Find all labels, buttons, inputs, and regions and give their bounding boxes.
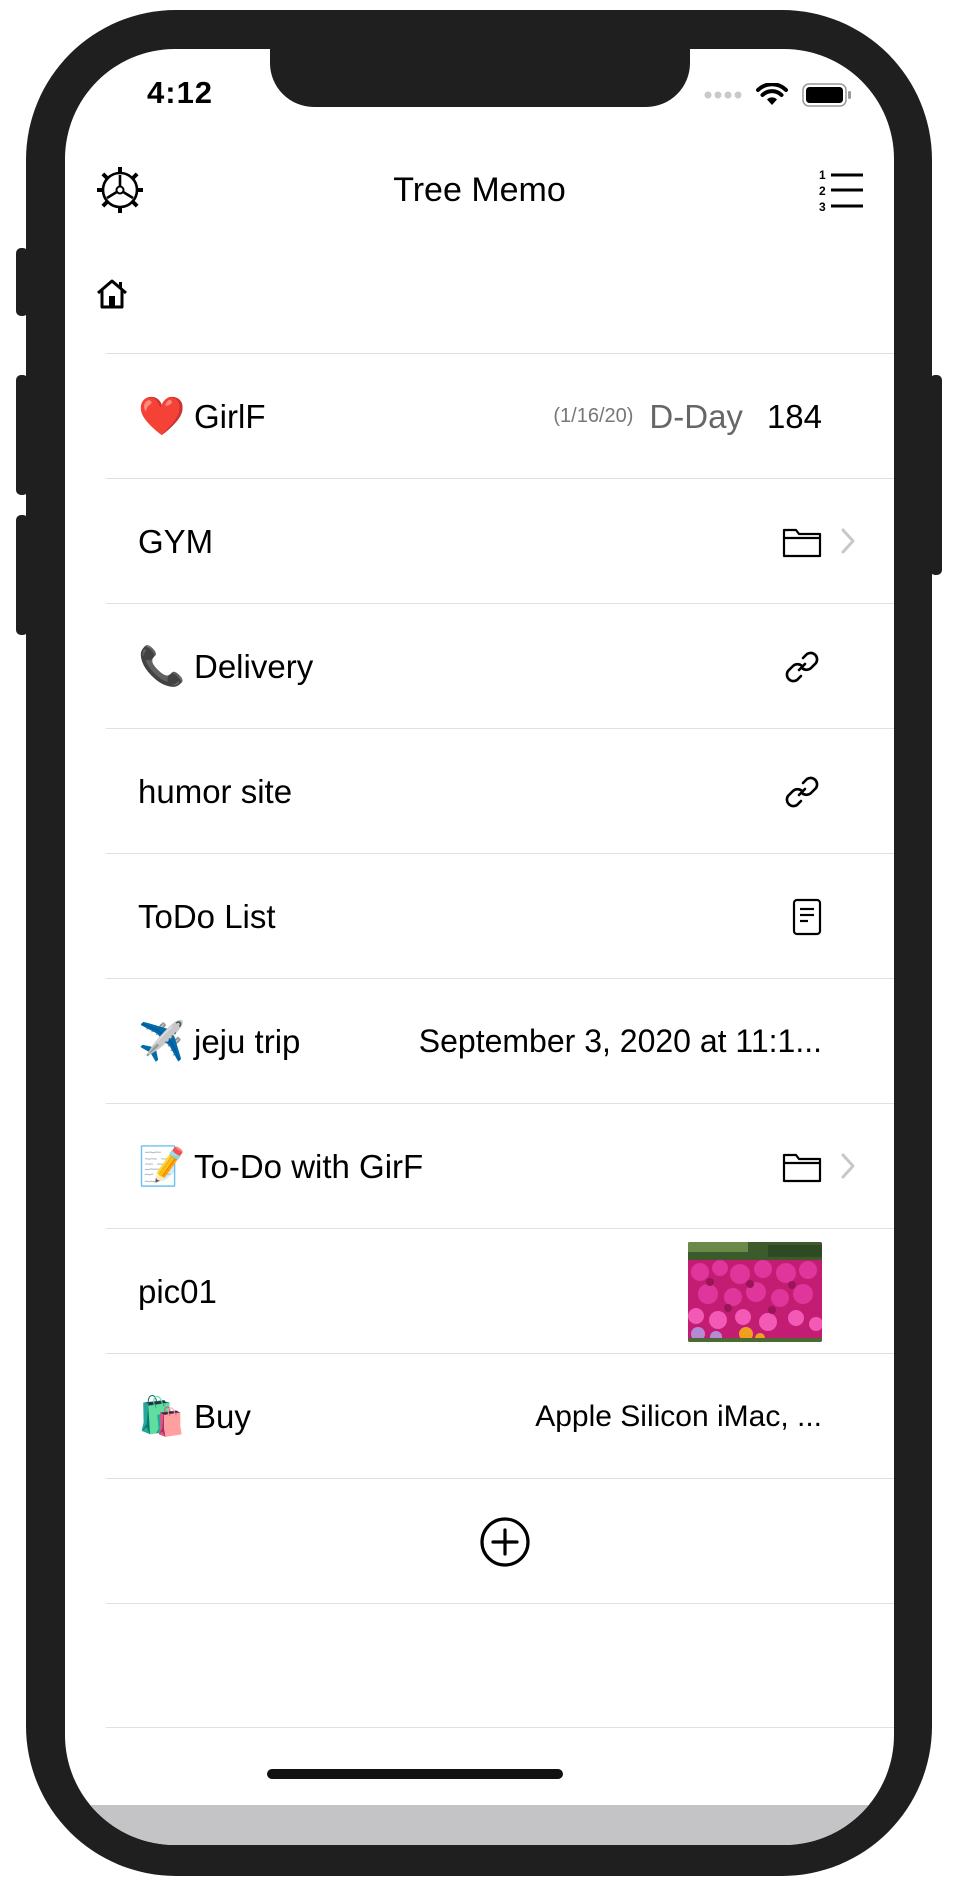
navigation-bar: Tree Memo 1 2 3 [65, 144, 894, 236]
memo-row-jeju-trip[interactable]: ✈️ jeju trip September 3, 2020 at 11:1..… [106, 978, 894, 1103]
row-accessory [688, 1229, 822, 1354]
dday-date: (1/16/20) [553, 405, 634, 427]
svg-text:3: 3 [819, 200, 826, 212]
memo-row-todo-with-girf[interactable]: 📝 To-Do with GirF [106, 1103, 894, 1228]
dday-count: 184 [766, 397, 822, 435]
memo-row-buy[interactable]: 🛍️ Buy Apple Silicon iMac, ... [106, 1353, 894, 1478]
row-detail-text: Apple Silicon iMac, ... [535, 1399, 822, 1433]
document-icon [792, 898, 822, 935]
row-title: GYM [138, 522, 214, 560]
row-accessory [792, 854, 822, 979]
dday-info: (1/16/20) D-Day 184 [553, 354, 822, 479]
row-title-group: ✈️ jeju trip [138, 979, 300, 1104]
page-title: Tree Memo [393, 171, 566, 209]
row-title: pic01 [138, 1272, 217, 1310]
add-memo-row [106, 1478, 894, 1603]
memo-row-girlf[interactable]: ❤️ GirlF (1/16/20) D-Day 184 [106, 353, 894, 478]
row-title: ToDo List [138, 897, 276, 935]
row-title-group: GYM [138, 479, 213, 604]
memo-list: ❤️ GirlF (1/16/20) D-Day 184 GYM 📞 Deliv… [106, 353, 894, 1728]
row-accessory: September 3, 2020 at 11:1... [419, 979, 822, 1104]
folder-icon [782, 528, 822, 557]
row-title-group: pic01 [138, 1229, 217, 1354]
chevron-right-icon [841, 1153, 855, 1179]
row-title-group: 📞 Delivery [138, 604, 313, 729]
shopping-bags-emoji-icon: 🛍️ [138, 1395, 186, 1438]
battery-icon [802, 83, 851, 107]
memo-row-todo-list[interactable]: ToDo List [106, 853, 894, 978]
chevron-right-icon [841, 528, 855, 554]
svg-text:2: 2 [819, 184, 826, 198]
dday-label: D-Day [649, 397, 743, 435]
row-title: To-Do with GirF [194, 1147, 424, 1185]
row-title: Delivery [194, 647, 314, 685]
cellular-dots-icon [704, 91, 742, 99]
row-title-group: 🛍️ Buy [138, 1354, 251, 1479]
link-icon [785, 776, 819, 807]
memo-row-delivery[interactable]: 📞 Delivery [106, 603, 894, 728]
row-detail-date: September 3, 2020 at 11:1... [418, 1023, 822, 1059]
folder-icon [782, 1153, 822, 1182]
row-title: GirlF [194, 397, 266, 435]
memo-row-gym[interactable]: GYM [106, 478, 894, 603]
telephone-emoji-icon: 📞 [138, 645, 186, 688]
empty-row [106, 1603, 894, 1728]
row-accessory [782, 479, 822, 604]
home-indicator[interactable] [267, 1769, 563, 1779]
home-icon[interactable] [95, 277, 129, 311]
memo-row-pic01[interactable]: pic01 [106, 1228, 894, 1353]
link-icon [785, 651, 819, 682]
status-indicators [704, 81, 852, 109]
airplane-emoji-icon: ✈️ [138, 1020, 186, 1063]
bottom-toolbar [65, 1805, 894, 1845]
row-title-group: 📝 To-Do with GirF [138, 1104, 423, 1229]
row-title: Buy [194, 1397, 251, 1435]
row-title-group: ToDo List [138, 854, 276, 979]
wifi-icon [756, 83, 788, 105]
row-accessory [782, 1104, 822, 1229]
memo-row-humor-site[interactable]: humor site [106, 728, 894, 853]
row-title-group: ❤️ GirlF [138, 354, 265, 479]
plus-circle-icon[interactable] [479, 1516, 531, 1568]
row-title: jeju trip [194, 1022, 301, 1060]
row-accessory [782, 729, 822, 854]
heart-emoji-icon: ❤️ [138, 395, 186, 438]
memo-emoji-icon: 📝 [138, 1145, 186, 1188]
flower-thumbnail-image [688, 1241, 822, 1342]
row-title: humor site [138, 772, 293, 810]
camera-notch [270, 49, 690, 107]
row-accessory: Apple Silicon iMac, ... [535, 1354, 822, 1479]
row-title-group: humor site [138, 729, 292, 854]
phone-screen: 4:12 Tree Memo 1 2 3 ❤️ GirlF (1/16/20) … [65, 49, 894, 1845]
svg-text:1: 1 [819, 168, 826, 182]
status-time: 4:12 [147, 75, 214, 110]
numbered-list-icon[interactable]: 1 2 3 [818, 168, 864, 212]
row-accessory [782, 604, 822, 729]
